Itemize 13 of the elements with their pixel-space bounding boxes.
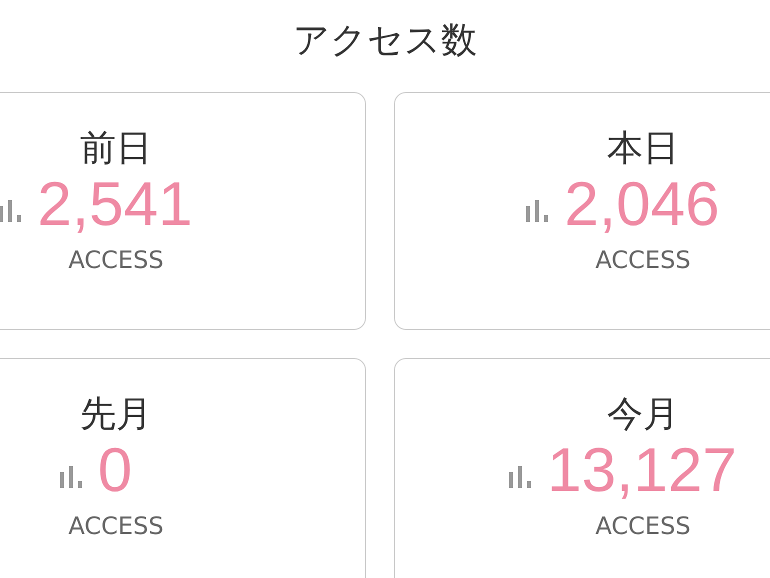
stat-value: 0 — [98, 437, 132, 505]
stat-label: 前日 — [80, 127, 152, 171]
stat-unit: ACCESS — [595, 511, 691, 542]
stat-value: 2,541 — [37, 171, 193, 239]
stat-unit: ACCESS — [595, 245, 691, 276]
stat-value: 13,127 — [547, 437, 737, 505]
stat-label: 本日 — [607, 127, 679, 171]
stat-label: 先月 — [80, 393, 152, 437]
stat-value: 2,046 — [564, 171, 720, 239]
stat-unit: ACCESS — [68, 511, 164, 542]
section-title: アクセス数 — [292, 19, 478, 63]
stat-unit: ACCESS — [68, 245, 164, 276]
stat-label: 今月 — [607, 393, 679, 437]
